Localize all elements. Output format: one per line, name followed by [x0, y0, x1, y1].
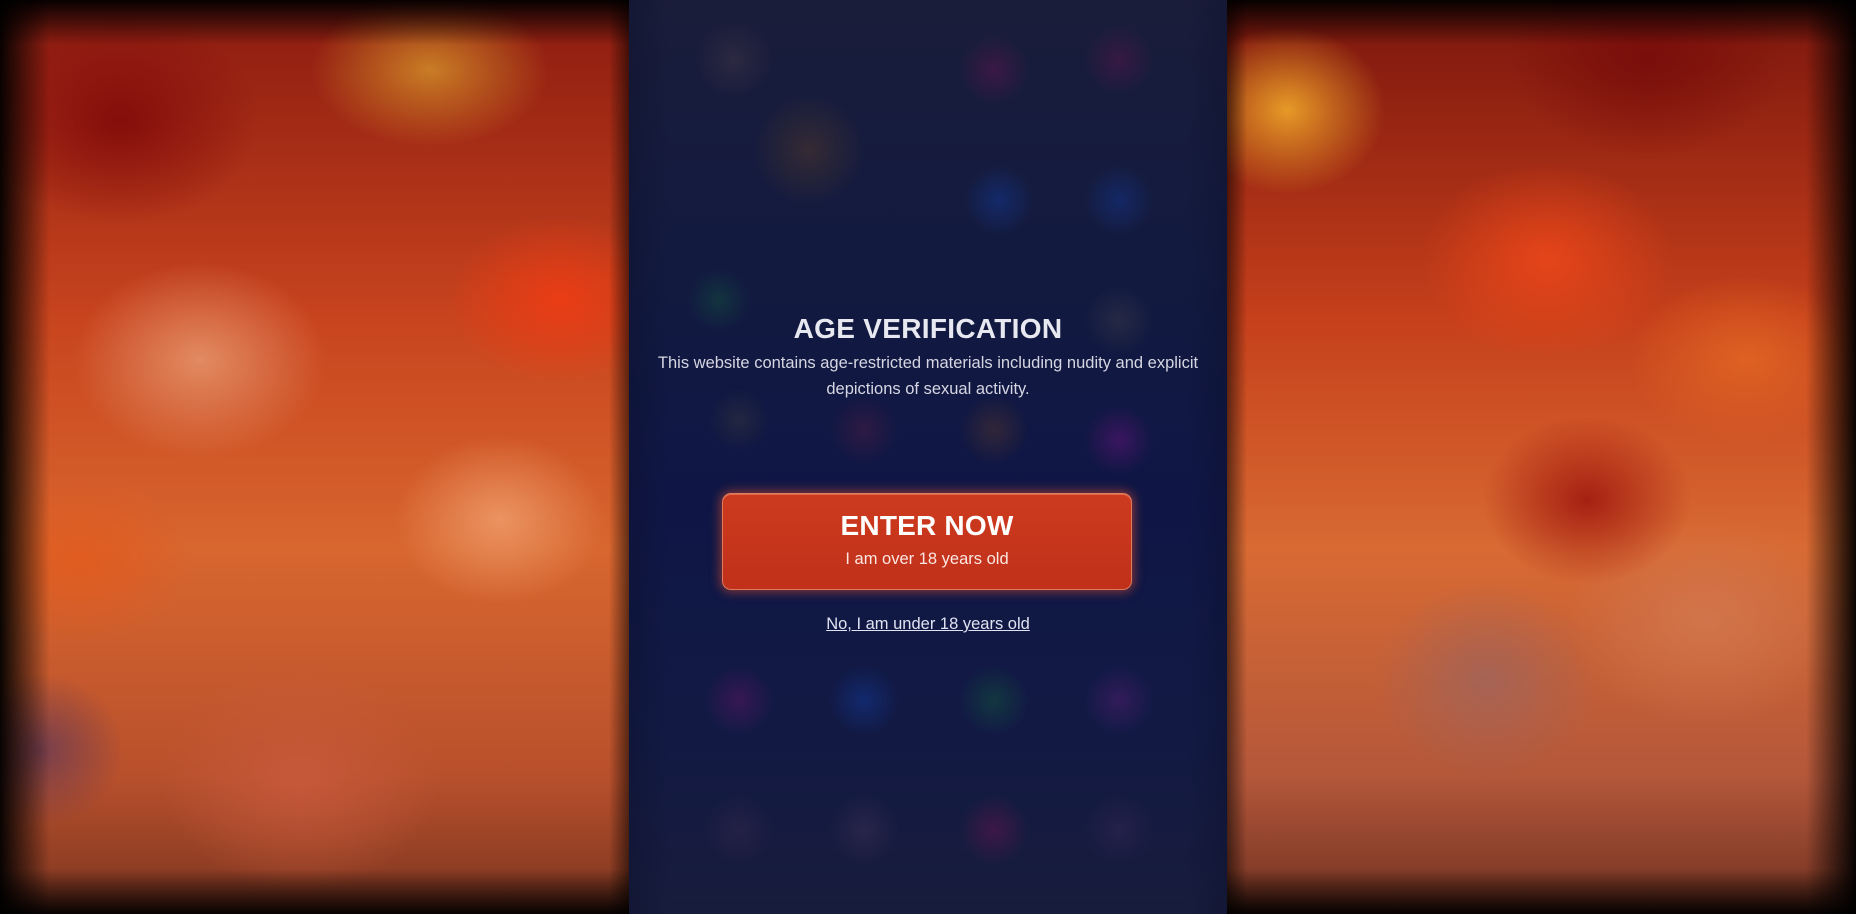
vignette-left	[0, 0, 629, 914]
age-verification-description: This website contains age-restricted mat…	[657, 354, 1199, 398]
age-gate-page: AGE VERIFICATION This website contains a…	[0, 0, 1856, 914]
blurred-background-right	[1227, 0, 1856, 914]
age-verification-panel: AGE VERIFICATION This website contains a…	[629, 0, 1227, 914]
exit-link-container: No, I am under 18 years old	[629, 613, 1227, 635]
age-verification-modal: AGE VERIFICATION This website contains a…	[629, 0, 1227, 914]
under-18-exit-link[interactable]: No, I am under 18 years old	[826, 615, 1030, 633]
enter-now-sublabel: I am over 18 years old	[845, 550, 1009, 568]
vignette-right	[1227, 0, 1856, 914]
enter-now-label: ENTER NOW	[840, 510, 1014, 541]
age-verification-title: AGE VERIFICATION	[793, 313, 1063, 344]
blurred-background-left	[0, 0, 629, 914]
enter-now-button[interactable]: ENTER NOW I am over 18 years old	[722, 493, 1132, 590]
